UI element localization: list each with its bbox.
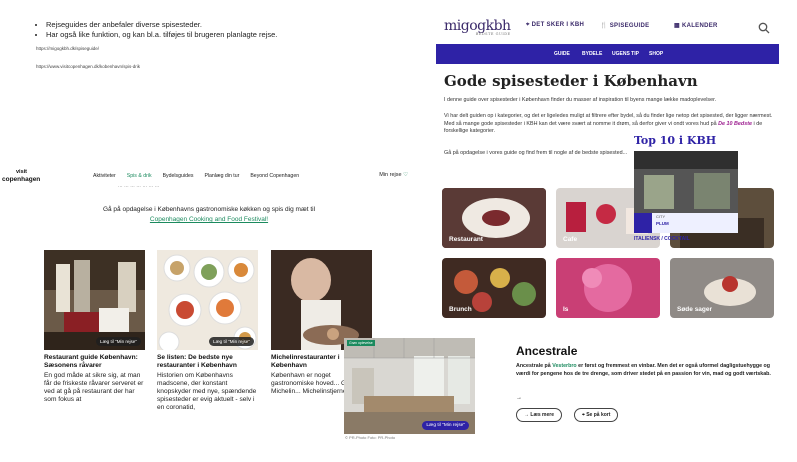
card-title[interactable]: Se listen: De bedste nye restauranter i …: [157, 354, 258, 370]
vc-card[interactable]: Læg til "Min rejse" Restaurant guide Køb…: [44, 250, 145, 404]
top10-link[interactable]: De 10 Bedste: [718, 121, 752, 127]
category-tile-sweets[interactable]: Søde sager: [670, 258, 774, 318]
location-pin-icon: ⌖: [526, 22, 530, 28]
migogkbh-screenshot: migogkbh BEDSTE GUIDE ⌖ DET SKER I KBH 🍴…: [436, 0, 797, 320]
vc-menu-item[interactable]: Bydelsguides: [163, 173, 194, 179]
card-title[interactable]: Restaurant guide København: Sæsonens råv…: [44, 354, 145, 370]
read-more-button[interactable]: → Læs mere: [516, 408, 563, 422]
top10-name: PLUM: [656, 221, 669, 226]
venue-description: Ancestrale på Vesterbro er først og frem…: [516, 363, 771, 377]
festival-link[interactable]: Copenhagen Cooking and Food Festival!: [150, 216, 268, 223]
search-icon[interactable]: [758, 22, 770, 34]
top10-heading: Top 10 i KBH: [634, 134, 717, 147]
see-on-map-button[interactable]: ⌖ Se på kort: [574, 408, 619, 422]
sub-nav-bar: GUIDE BYDELE UGENS TIP SHOP: [436, 44, 779, 64]
green-experience-badge: Grøn oplevelse: [347, 340, 375, 346]
vc-card[interactable]: Læg til "Min rejse" Se listen: De bedste…: [157, 250, 258, 413]
sub-nav-item[interactable]: SHOP: [649, 51, 663, 57]
venue-title: Ancestrale: [516, 344, 578, 358]
save-to-trip-button[interactable]: Læg til "Min rejse": [422, 421, 469, 430]
notes-list: Rejseguides der anbefaler diverse spises…: [36, 20, 336, 39]
card-image: Læg til "Min rejse": [44, 250, 145, 350]
vc-menu-item-active[interactable]: Spis & drik: [127, 173, 152, 179]
card-text: En god måde at sikre sig, at man får de …: [44, 371, 144, 404]
notes-block: Rejseguides der anbefaler diverse spises…: [36, 20, 336, 71]
top10-category: ITALIENSK / COCKTAIL: [634, 236, 690, 242]
note-bullet: Har også like funktion, og kan bl.a. til…: [46, 30, 336, 40]
vc-menu-item[interactable]: Planlæg din tur: [204, 173, 239, 179]
card-image: [271, 250, 372, 350]
photo-credit: © PR-Photo Foto: PR-Photo: [345, 435, 396, 440]
intro-paragraph: I denne guide over spisesteder i Københa…: [444, 97, 717, 103]
vc-menu-item[interactable]: Aktiviteter: [93, 173, 116, 179]
card-image: Læg til "Min rejse": [157, 250, 258, 350]
heart-icon: ♡: [403, 172, 408, 178]
nav-calendar[interactable]: ▦ KALENDER: [674, 22, 718, 29]
my-trip-link[interactable]: Min rejse ♡: [379, 172, 408, 178]
vc-menu: Aktiviteter Spis & drik Bydelsguides Pla…: [93, 173, 299, 179]
page-title: Gode spisesteder i København: [444, 72, 698, 90]
cutlery-icon: 🍴: [600, 23, 608, 29]
save-to-trip-button[interactable]: Læg til "Min rejse": [96, 337, 141, 346]
filter-paragraph: Vi har delt guiden op i kategorier, og d…: [444, 113, 773, 134]
category-tile-brunch[interactable]: Brunch: [442, 258, 546, 318]
district-link[interactable]: Vesterbro: [552, 363, 576, 369]
ancestrale-screenshot: Grøn oplevelse Læg til "Min rejse" © PR-…: [344, 338, 797, 462]
migogkbh-logo[interactable]: migogkbh BEDSTE GUIDE: [444, 18, 511, 36]
arrow-right-icon: →: [516, 395, 522, 401]
card-text: Historien om Københavns madscene, der ko…: [157, 371, 257, 412]
vc-nav: visit copenhagen Aktiviteter Spis & drik…: [0, 165, 412, 187]
cut-off-text: ... ... ... ... ... ... ...: [118, 183, 160, 189]
ancestrale-image: Grøn oplevelse Læg til "Min rejse": [344, 338, 475, 434]
sub-nav-item[interactable]: UGENS TIP: [612, 51, 639, 57]
vc-intro: Gå på opdagelse i Københavns gastronomis…: [102, 206, 316, 223]
vc-menu-item[interactable]: Beyond Copenhagen: [250, 173, 299, 179]
nav-eat-guide[interactable]: 🍴 SPISEGUIDE: [600, 22, 649, 29]
vc-logo[interactable]: visit copenhagen: [2, 169, 40, 183]
save-to-trip-button[interactable]: Læg til "Min rejse": [209, 337, 254, 346]
nav-whats-on[interactable]: ⌖ DET SKER I KBH: [526, 22, 584, 29]
source-url[interactable]: https://migogkbh.dk/spiseguide/: [36, 44, 336, 54]
source-url[interactable]: https://www.visitcopenhagen.dk/kobenhavn…: [36, 62, 336, 72]
category-tile-ice-cream[interactable]: Is: [556, 258, 660, 318]
note-bullet: Rejseguides der anbefaler diverse spises…: [46, 20, 336, 30]
calendar-icon: ▦: [674, 23, 680, 29]
sub-nav-item[interactable]: BYDELE: [582, 51, 602, 57]
top10-card[interactable]: CITY PLUM: [634, 151, 738, 233]
top10-tag: CITY: [656, 214, 666, 219]
category-tile-restaurant[interactable]: Restaurant: [442, 188, 546, 248]
sub-nav-item[interactable]: GUIDE: [554, 51, 570, 57]
